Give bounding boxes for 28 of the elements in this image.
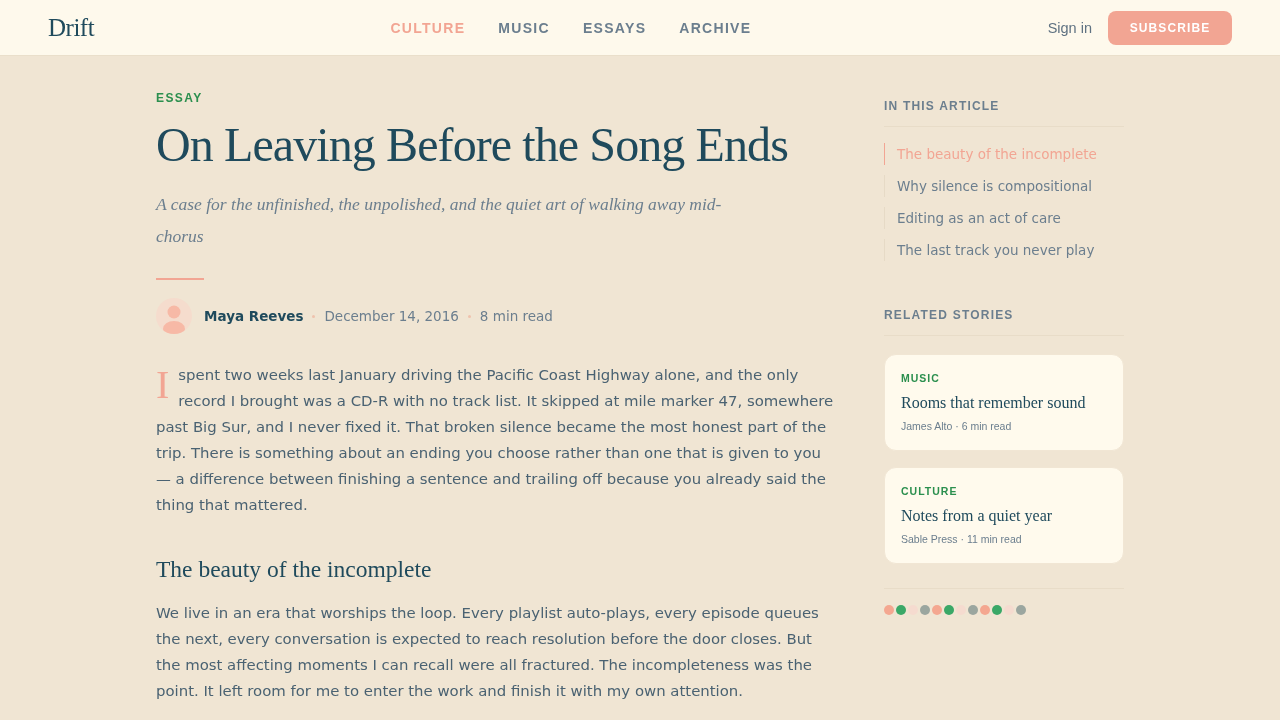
publish-date: December 14, 2016 (324, 308, 459, 324)
story-card[interactable]: MUSIC Rooms that remember sound James Alto · 6 min read (884, 354, 1124, 451)
card-meta: James Alto · 6 min read (901, 419, 1013, 434)
toc-link[interactable]: The last track you never play (884, 239, 1124, 261)
nav-link[interactable]: ESSAYS (582, 19, 647, 36)
nav-link[interactable]: MUSIC (498, 19, 550, 36)
toc-link[interactable]: Editing as an act of care (884, 207, 1124, 229)
read-time: 8 min read (479, 308, 553, 324)
card-meta: Sable Press · 11 min read (901, 532, 1023, 547)
article-title: On Leaving Before the Song Ends (156, 118, 788, 172)
card-category: CULTURE (901, 484, 959, 498)
story-card[interactable]: CULTURE Notes from a quiet year Sable Press · 11 min read (884, 467, 1124, 564)
sidebar-heading: RELATED STORIES (884, 307, 1015, 323)
article-subtitle: A case for the unfinished, the unpolished, and the quiet art of walking away mid-chorus (156, 193, 723, 248)
body-paragraph: We live in an era that worships the loop. Every playlist auto-plays, every episode queues the next, every conversation is expected to reach resolution before the door closes. But the most affecting moments I can recall were all fractured. The incompleteness was the point. It left room for me to enter the work and finish it with my own attention. (156, 603, 820, 702)
site-logo[interactable]: Drift (48, 13, 95, 42)
nav-link[interactable]: ARCHIVE (679, 19, 752, 36)
category-label: ESSAY (156, 90, 203, 106)
user-avatar-icon (156, 298, 192, 334)
body-paragraph: I spent two weeks last January driving the Pacific Coast Highway alone, and the only record I brought was a CD-R with no track list. It skipped at mile marker 47, somewhere past Big Sur, and I never fixed it. That broken silence became the most honest part of the trip. There is something about an ending you choose rather than one that is given to you — a difference between finishing a sentence and trailing off because you already said the thing that mattered. (156, 362, 835, 516)
sign-in-link[interactable]: Sign in (1047, 19, 1092, 36)
card-title: Notes from a quiet year (901, 506, 1054, 527)
author-name[interactable]: Maya Reeves (204, 308, 304, 324)
toc-link[interactable]: Why silence is compositional (884, 175, 1124, 197)
card-category: MUSIC (901, 371, 941, 385)
section-heading: The beauty of the incomplete (156, 555, 432, 584)
sidebar-heading: IN THIS ARTICLE (884, 98, 1001, 114)
card-title: Rooms that remember sound (901, 393, 1087, 413)
